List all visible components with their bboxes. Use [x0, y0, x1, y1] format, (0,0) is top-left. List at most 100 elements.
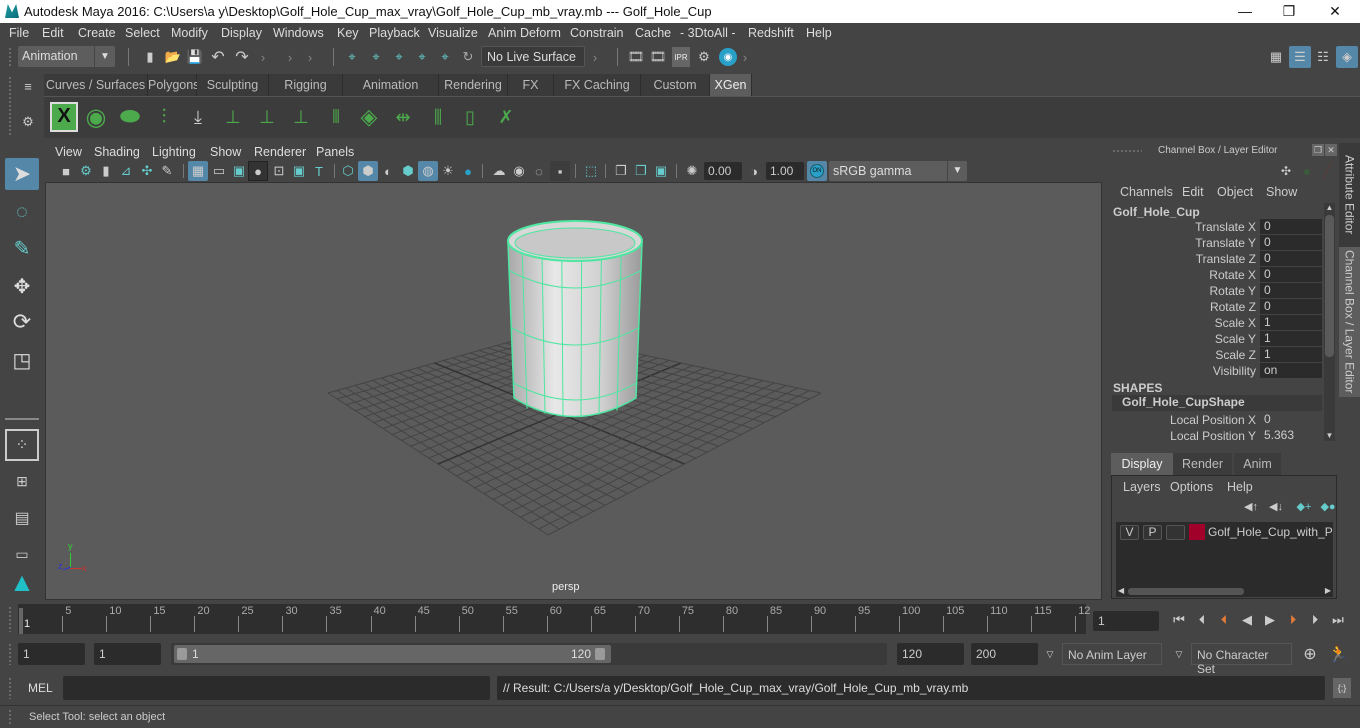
image-plane-icon[interactable]: ⊿	[117, 162, 135, 180]
tool-settings-toggle-icon[interactable]: ☷	[1313, 47, 1333, 67]
render-view-icon[interactable]: 🎞	[627, 47, 645, 67]
xray-icon[interactable]: ❐	[612, 162, 630, 180]
current-frame-field[interactable]: 1	[1093, 611, 1159, 631]
channel-row[interactable]: Scale X 1	[1106, 315, 1322, 331]
layer-row[interactable]: V P Golf_Hole_Cup_with_Pol	[1116, 522, 1333, 542]
shelf-tab-fx-caching[interactable]: FX Caching	[554, 74, 641, 96]
float-panel-icon[interactable]: ❐	[1312, 144, 1324, 156]
outliner-layout-icon[interactable]: ▤	[5, 502, 39, 534]
channel-label[interactable]: Rotate Y	[1210, 284, 1256, 298]
gamma-field[interactable]: 1.00	[766, 162, 804, 180]
shelf-tab-rendering[interactable]: Rendering	[439, 74, 508, 96]
channel-row[interactable]: Visibility on	[1106, 363, 1322, 379]
menuset-dropdown[interactable]: Animation ▼	[18, 46, 115, 67]
camera-attributes-icon[interactable]: ⚙	[77, 162, 95, 180]
safe-action-icon[interactable]: ▣	[290, 162, 308, 180]
channel-label[interactable]: Translate Y	[1195, 236, 1256, 250]
playback-end-field[interactable]: 120	[897, 643, 964, 665]
grip-handle[interactable]	[8, 677, 12, 699]
layer-horizontal-scrollbar[interactable]: ◀ ▶	[1116, 586, 1333, 597]
menu-file[interactable]: File	[9, 26, 29, 40]
new-layer-selected-icon[interactable]: ◆●	[1319, 499, 1337, 513]
channel-value-field[interactable]: 5.363	[1260, 428, 1322, 443]
grid-toggle-icon[interactable]: ▦	[188, 161, 208, 181]
anti-aliasing-icon[interactable]: ◌	[530, 162, 548, 180]
layer-tab-display[interactable]: Display	[1111, 453, 1173, 475]
object-name[interactable]: Golf_Hole_Cup	[1113, 205, 1200, 219]
exposure-icon[interactable]: ✺	[683, 162, 701, 180]
grip-handle[interactable]	[1112, 149, 1142, 153]
xgen-editor-icon[interactable]: X	[50, 102, 78, 132]
playback-start-field[interactable]: 1	[94, 643, 161, 665]
menu-anim-deform[interactable]: Anim Deform	[488, 26, 561, 40]
xgen-delete-guide-icon[interactable]: ✗	[492, 102, 520, 132]
channel-row[interactable]: Scale Z 1	[1106, 347, 1322, 363]
2d-pan-zoom-icon[interactable]: ✣	[138, 162, 156, 180]
depth-of-field-icon[interactable]: ▪	[550, 161, 570, 181]
xgen-select-region-icon[interactable]: ⫼	[424, 102, 452, 132]
anim-layer-chevron-icon[interactable]: ▽	[1043, 646, 1057, 662]
step-forward-frame-icon[interactable]: ⏵	[1284, 611, 1302, 629]
channel-value-field[interactable]: 0	[1260, 251, 1322, 266]
range-slider[interactable]: 1 120	[171, 643, 887, 665]
range-slider-bar[interactable]	[174, 645, 611, 663]
menu-windows[interactable]: Windows	[273, 26, 324, 40]
viewport-menu-renderer[interactable]: Renderer	[254, 145, 306, 159]
shelf-menu-icon[interactable]: ≡	[20, 78, 36, 94]
select-by-hierarchy-icon[interactable]: ⌖	[342, 47, 362, 67]
channel-label[interactable]: Rotate Z	[1210, 300, 1256, 314]
channel-value-field[interactable]: 0	[1260, 267, 1322, 282]
animation-end-field[interactable]: 200	[971, 643, 1038, 665]
camera-icon[interactable]: ■	[57, 162, 75, 180]
snap-to-curve-icon[interactable]: ⌖	[435, 47, 455, 67]
channel-box-tab[interactable]: Channel Box / Layer Editor	[1339, 247, 1360, 397]
current-time-indicator[interactable]	[19, 608, 23, 634]
shape-channel-row[interactable]: Local Position X 0	[1106, 412, 1322, 428]
layer-menu-options[interactable]: Options	[1170, 480, 1213, 494]
ipr-render-icon[interactable]: IPR	[672, 47, 690, 67]
shelf-grip-handle[interactable]	[8, 76, 12, 136]
menu-modify[interactable]: Modify	[171, 26, 208, 40]
channel-row[interactable]: Rotate Y 0	[1106, 283, 1322, 299]
menu-help[interactable]: Help	[806, 26, 832, 40]
channel-value-field[interactable]: 0	[1260, 299, 1322, 314]
command-language-toggle[interactable]: MEL	[28, 681, 53, 695]
film-gate-icon[interactable]: ▭	[210, 162, 228, 180]
bookmark-icon[interactable]: ▮	[98, 162, 114, 180]
channel-menu-channels[interactable]: Channels	[1120, 185, 1173, 199]
resolution-gate-icon[interactable]: ▣	[230, 162, 248, 180]
layer-name[interactable]: Golf_Hole_Cup_with_Pol	[1208, 525, 1333, 539]
viewport-persp[interactable]: y x z persp	[45, 182, 1102, 600]
xgen-preview-icon[interactable]: ◉	[82, 102, 110, 132]
xgen-groom-icon[interactable]: ◈	[355, 102, 383, 132]
render-current-frame-icon[interactable]: 🎞	[649, 47, 667, 67]
viewport-menu-view[interactable]: View	[55, 145, 82, 159]
step-forward-key-icon[interactable]: ⏵	[1306, 611, 1324, 629]
xgen-add-guides-icon[interactable]: ⫶	[150, 102, 178, 132]
channel-label[interactable]: Rotate X	[1209, 268, 1256, 282]
single-perspective-layout-icon[interactable]: ⁘	[5, 429, 39, 461]
grip-handle[interactable]	[8, 709, 12, 725]
xgen-rebuild-icon[interactable]: ⇹	[389, 102, 417, 132]
use-all-lights-icon[interactable]: ☀	[439, 162, 457, 180]
shelf-tab-curves-surfaces[interactable]: Curves / Surfaces	[44, 74, 148, 96]
menu-playback[interactable]: Playback	[369, 26, 420, 40]
close-button[interactable]: ✕	[1312, 0, 1358, 23]
shadows-icon[interactable]: ●	[459, 162, 477, 180]
wireframe-on-shaded-icon[interactable]: ⬢	[399, 162, 417, 180]
move-layer-up-icon[interactable]: ◀↑	[1242, 499, 1260, 513]
wireframe-icon[interactable]: ⬡	[339, 162, 357, 180]
select-by-object-icon[interactable]: ⌖	[366, 47, 386, 67]
grip-handle[interactable]	[8, 47, 12, 67]
channel-label[interactable]: Visibility	[1213, 364, 1256, 378]
textured-icon[interactable]: ◍	[418, 161, 438, 181]
channel-value-field[interactable]: 1	[1260, 315, 1322, 330]
channel-row[interactable]: Translate Y 0	[1106, 235, 1322, 251]
maximize-button[interactable]: ❐	[1266, 0, 1312, 23]
layer-display-type-toggle[interactable]	[1166, 525, 1185, 540]
layer-playback-toggle[interactable]: P	[1143, 525, 1162, 540]
shelf-tab-fx[interactable]: FX	[508, 74, 554, 96]
menu-cache[interactable]: Cache	[635, 26, 671, 40]
channel-speed-icon[interactable]: ╱	[1319, 163, 1335, 179]
shelf-tab-animation[interactable]: Animation	[343, 74, 439, 96]
